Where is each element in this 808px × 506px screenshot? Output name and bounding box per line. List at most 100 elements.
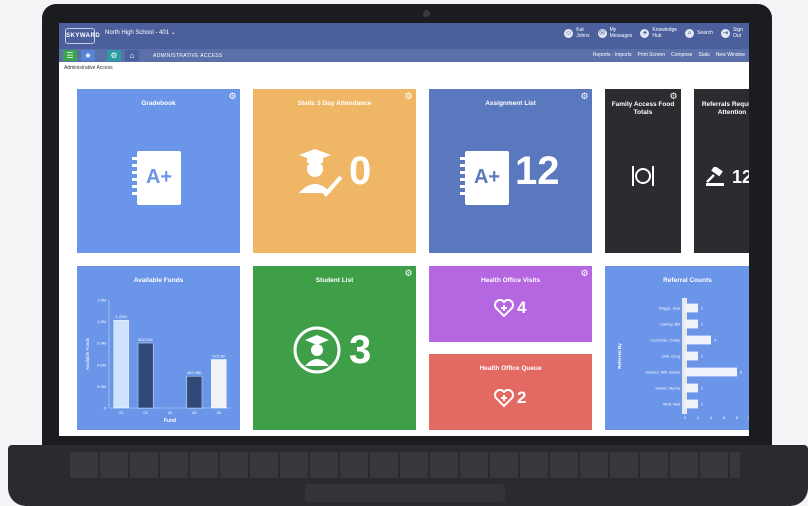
knowledge-hub-link[interactable]: ✦ Knowledge Hub: [640, 27, 677, 39]
widget-button[interactable]: ⚙: [107, 50, 121, 61]
gear-icon[interactable]: ⚙: [228, 92, 237, 101]
heart-plus-icon: [494, 389, 514, 408]
funds-chart: 0 0.3M 0.6M 0.9M 1.2M 1.5M 1.22M 01 902.21K 02 03 4…: [85, 298, 231, 424]
y-category-label: Carney, Bill: [660, 322, 680, 327]
stats-link[interactable]: Stats: [698, 52, 709, 58]
food-totals-tile[interactable]: Family Access Food Totals ⚙: [605, 89, 681, 253]
y-tick-label: 1.5M: [97, 298, 106, 303]
tile-title: Referrals Requiring Attention: [701, 101, 749, 116]
bar: [685, 383, 698, 393]
gear-icon[interactable]: ⚙: [580, 92, 589, 101]
tile-title: Referral Counts: [663, 277, 712, 284]
student-list-tile[interactable]: Student List ⚙ 3: [253, 266, 416, 430]
assignment-count: 12: [515, 149, 560, 193]
favorites-button[interactable]: ★: [81, 50, 95, 61]
bar: [685, 351, 698, 361]
bar-data-label: 8: [740, 370, 743, 375]
health-visits-tile[interactable]: Health Office Visits ⚙ 4: [429, 266, 592, 342]
referrals-tile[interactable]: Referrals Requiring Attention ⚙ 12: [694, 89, 749, 253]
bar: [186, 375, 203, 409]
messages-link[interactable]: ✉ My Messages: [597, 27, 632, 39]
bar-data-label: 902.21K: [138, 337, 153, 342]
gear-icon[interactable]: ⚙: [669, 92, 678, 101]
print-link[interactable]: Print Screen: [637, 52, 665, 58]
attendance-count: 0: [349, 149, 372, 193]
y-category-label: Wolf, Nell: [663, 402, 680, 407]
new-window-link[interactable]: New Window: [716, 52, 745, 58]
referrals-count: 12: [732, 167, 749, 187]
tile-title: Gradebook: [141, 100, 176, 107]
skyward-logo[interactable]: SKYWARD: [65, 28, 100, 44]
y-tick-label: 0.3M: [97, 384, 106, 389]
tile-title: Health Office Queue: [479, 365, 542, 372]
x-tick-label: 03: [168, 410, 173, 415]
x-axis-title: Fund: [164, 418, 176, 424]
y-category-label: Snider, Myrna: [655, 386, 680, 391]
y-tick-label: 0: [104, 406, 107, 411]
webcam: [423, 10, 430, 17]
screen: SKYWARD North High School - 401 ⌄ ☺ Kat J…: [59, 23, 749, 436]
bar: [685, 367, 737, 377]
bar-data-label: 442.28K: [187, 370, 202, 375]
bar-data-label: 2: [701, 402, 704, 407]
bar: [685, 303, 698, 313]
gradebook-tile[interactable]: Gradebook ⚙ A+: [77, 89, 240, 253]
x-tick-label: 2: [697, 415, 700, 420]
x-tick-label: 10: [748, 415, 749, 420]
bar-data-label: 2: [701, 322, 704, 327]
y-category-label: Gomez, Will James: [646, 370, 680, 375]
x-tick-label: 05: [192, 410, 197, 415]
sub-bar: ☰ ★ ⚙ ⌂ ADMINISTRATIVE ACCESS Reports - …: [59, 49, 749, 62]
compose-link[interactable]: Compose: [671, 52, 692, 58]
gear-icon[interactable]: ⚙: [404, 92, 413, 101]
student-check-icon: [299, 149, 343, 197]
bar-data-label: 2: [701, 354, 704, 359]
gavel-icon: [706, 167, 724, 186]
gradebook-icon: A+: [132, 151, 181, 205]
x-tick-label: 02: [143, 410, 148, 415]
y-category-label: Cochman, Cathy: [650, 338, 680, 343]
home-button[interactable]: ⌂: [125, 50, 139, 61]
x-tick-label: 4: [710, 415, 713, 420]
health-queue-tile[interactable]: Health Office Queue 2: [429, 354, 592, 430]
y-tick-label: 0.6M: [97, 362, 106, 367]
attendance-tile[interactable]: Static 3 Day Attendance ⚙ 0: [253, 89, 416, 253]
bar: [685, 335, 711, 345]
reports-link[interactable]: Reports - Imports: [593, 52, 632, 58]
x-tick-label: 01: [119, 410, 124, 415]
breadcrumb: Administrative Access: [64, 65, 113, 71]
top-bar: SKYWARD North High School - 401 ⌄ ☺ Kat J…: [59, 23, 749, 49]
bar: [113, 319, 129, 409]
menu-button[interactable]: ☰: [63, 50, 77, 61]
gear-icon[interactable]: ⚙: [580, 269, 589, 278]
tile-title: Static 3 Day Attendance: [297, 100, 372, 107]
assignment-list-tile[interactable]: Assignment List ⚙ A+ 12: [429, 89, 592, 253]
bar: [211, 359, 227, 409]
bar: [685, 399, 698, 409]
referral-counts-tile[interactable]: Referral Counts ⚙ Briggs, Dan2Carney, Bi…: [605, 266, 749, 430]
y-axis-title: Referred By: [617, 343, 622, 369]
tile-title: Health Office Visits: [480, 277, 541, 284]
keyboard: [70, 452, 740, 478]
user-menu[interactable]: ☺ Kat Johns: [564, 27, 590, 39]
search-link[interactable]: ⌕ Search: [685, 28, 713, 38]
school-selector[interactable]: North High School - 401 ⌄: [105, 29, 176, 36]
student-count: 3: [349, 328, 372, 372]
bar-data-label: 4: [714, 338, 717, 343]
heart-plus-icon: [494, 299, 514, 318]
x-tick-label: 6: [723, 415, 726, 420]
y-axis-title: Available Funds: [85, 337, 90, 370]
health-visits-count: 4: [517, 298, 527, 317]
bulb-icon: ✦: [640, 28, 650, 38]
tile-title: Student List: [315, 277, 354, 284]
sign-out-link[interactable]: ⇥ Sign Out: [720, 27, 743, 39]
bar-data-label: 2: [701, 386, 704, 391]
search-icon: ⌕: [685, 28, 695, 38]
available-funds-tile[interactable]: Available Funds 0 0.3M 0.6M 0.9M 1.2M 1.5M 1.2…: [77, 266, 240, 430]
gear-icon[interactable]: ⚙: [404, 269, 413, 278]
y-tick-label: 0.9M: [97, 341, 106, 346]
y-category-label: Briggs, Dan: [659, 306, 680, 311]
plate-utensils-icon: [632, 166, 654, 186]
x-tick-label: 0: [684, 415, 687, 420]
trackpad: [305, 484, 505, 502]
